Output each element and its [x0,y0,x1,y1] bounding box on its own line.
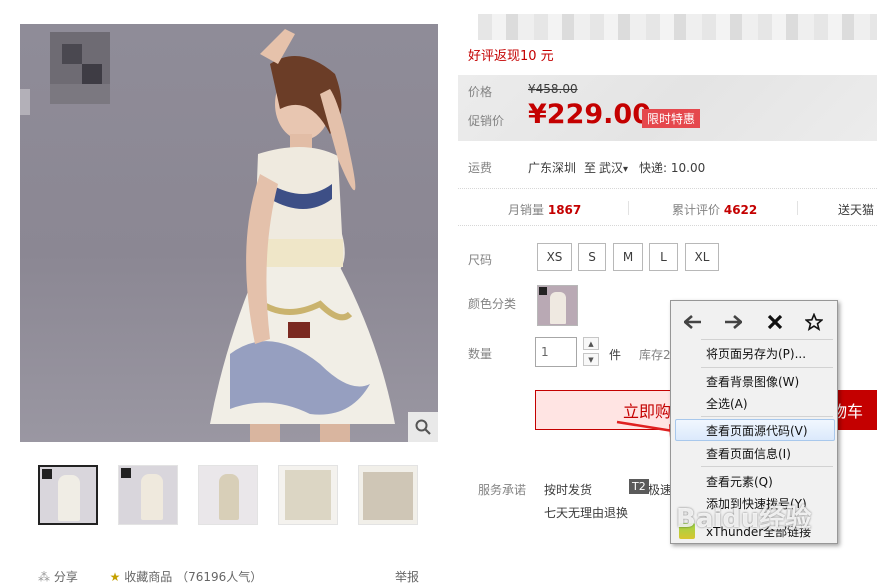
forward-arrow-icon[interactable] [721,310,745,334]
share-link[interactable]: 分享 [54,570,78,584]
menu-item-view-page-info[interactable]: 查看页面信息(I) [671,442,835,464]
thumbnail-2[interactable] [118,465,178,525]
limited-offer-badge: 限时特惠 [642,109,701,128]
promo-price-label: 促销价 [468,114,505,128]
favorite-count: （76196人气） [176,570,263,584]
menu-item-view-page-source[interactable]: 查看页面源代码(V) [675,419,835,441]
shipping-destination-dropdown[interactable]: 武汉▾ [599,159,628,176]
image-badge-icon [121,468,131,478]
size-option-l[interactable]: L [649,243,678,271]
separator [628,201,629,215]
chevron-down-icon: ▾ [623,164,629,175]
color-label: 颜色分类 [468,297,517,311]
service-label: 服务承诺 [478,483,527,497]
color-option-swatch[interactable] [537,285,578,326]
quantity-unit: 件 [609,348,622,362]
stock-text: 库存2 [639,348,671,362]
quantity-input[interactable]: 1 [535,337,577,367]
tmall-gift: 送天猫 [838,203,875,217]
product-title-blurred [478,14,877,40]
menu-item-select-all[interactable]: 全选(A) [671,392,835,414]
shipping-fee: 快递: 10.00 [639,161,706,175]
report-link[interactable]: 举报 [395,568,419,585]
baidu-watermark: Baidu经验 [676,504,812,534]
shipping-to-prefix: 至 [584,161,597,175]
star-icon: ★ [109,570,121,584]
close-icon[interactable] [763,310,787,334]
menu-separator [701,339,833,340]
original-price: ¥458.00 [528,82,578,96]
back-arrow-icon[interactable] [681,310,705,334]
menu-separator [701,416,833,417]
chevron-down-icon: ▼ [588,355,594,364]
monthly-sales: 月销量 1867 [508,203,582,217]
bottom-action-row: ⁂ 分享 ★ 收藏商品 （76196人气） 举报 [38,568,458,585]
favorite-link[interactable]: 收藏商品 [124,570,172,584]
divider [458,188,877,189]
price-box [458,75,877,141]
size-option-xl[interactable]: XL [685,243,719,271]
size-option-s[interactable]: S [578,243,606,271]
size-option-xs[interactable]: XS [537,243,572,271]
menu-item-save-page-as[interactable]: 将页面另存为(P)... [671,342,835,364]
zoom-button[interactable] [408,412,438,442]
price-label: 价格 [468,85,493,99]
thumbnail-4[interactable] [278,465,338,525]
t2-badge-icon: T2 [629,479,649,494]
thumbnail-3[interactable] [198,465,258,525]
quantity-label: 数量 [468,347,493,361]
image-badge-icon [539,287,547,295]
model-photo [210,29,395,442]
separator [797,201,798,215]
main-product-image[interactable] [20,24,438,442]
divider [458,225,877,226]
bookmark-star-icon[interactable] [802,310,826,334]
magnifier-icon [415,419,431,435]
menu-separator [701,466,833,467]
thumbnail-1[interactable] [38,465,98,525]
chevron-up-icon: ▲ [588,339,594,348]
promo-price: ¥229.00 [528,99,651,130]
service-on-time-delivery[interactable]: 按时发货 [544,481,592,498]
promo-text: 好评返现10 元 [468,49,554,64]
quantity-increase-button[interactable]: ▲ [583,337,599,350]
size-option-m[interactable]: M [613,243,643,271]
menu-item-view-background-image[interactable]: 查看背景图像(W) [671,370,835,392]
quantity-decrease-button[interactable]: ▼ [583,353,599,366]
menu-item-inspect-element[interactable]: 查看元素(Q) [671,470,835,492]
size-label: 尺码 [468,253,493,267]
service-fast[interactable]: 极速 [648,481,672,498]
share-icon: ⁂ [38,570,50,584]
cumulative-reviews[interactable]: 累计评价 4622 [672,201,757,218]
service-7day-return[interactable]: 七天无理由退换 [544,504,628,521]
image-badge-icon [42,469,52,479]
shipping-to: 武汉 [599,161,624,175]
shipping-from: 广东深圳 [528,161,577,175]
thumbnail-5[interactable] [358,465,418,525]
menu-separator [701,367,833,368]
shipping-label: 运费 [468,161,493,175]
